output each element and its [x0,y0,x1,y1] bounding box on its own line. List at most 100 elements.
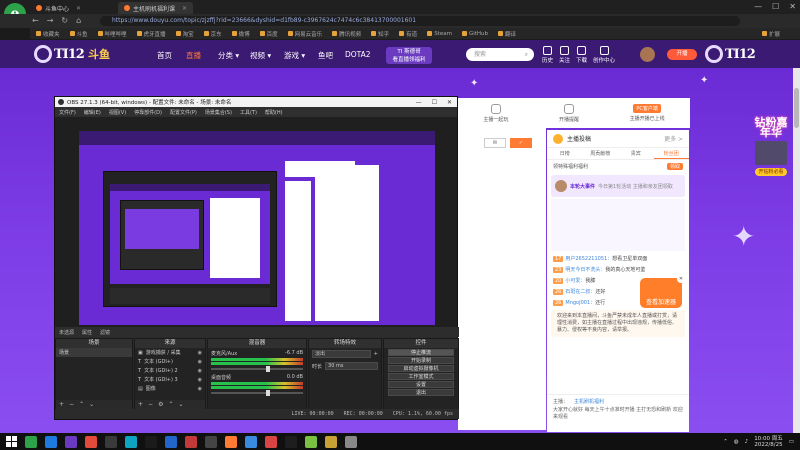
up-icon[interactable]: ⌃ [79,401,84,408]
bookmark-item[interactable]: 虎牙直播 [136,30,166,38]
clock[interactable]: 10:00 周五 2022/8/25 [754,436,783,448]
taskbar-app-icon[interactable] [285,435,297,448]
up-icon[interactable]: ⌃ [168,401,173,408]
bookmark-item[interactable]: 知乎 [371,30,389,38]
promo-card[interactable]: 钻粉嘉年华 开钻粉必看 [752,117,790,188]
bookmark-item[interactable]: Steam [427,31,452,37]
nav-home[interactable]: 首页 [157,50,172,61]
bookmark-item[interactable]: 腾讯视频 [332,30,361,38]
taskbar-app-icon[interactable] [345,435,357,448]
transition-select[interactable]: 淡出 [312,350,371,358]
history-icon[interactable]: 历史 [542,46,553,64]
taskbar-app-icon[interactable] [25,435,37,448]
bookmark-item[interactable]: 百度 [259,30,278,38]
filters-button[interactable]: 滤镜 [100,329,110,336]
follow-button[interactable]: ✓ [510,138,532,148]
taskbar-app-icon[interactable] [205,435,217,448]
add-icon[interactable]: + [138,401,143,408]
exit-button[interactable]: 退出 [388,389,454,396]
tab-close-icon[interactable]: ✕ [182,5,187,12]
follow-icon[interactable]: 关注 [559,46,570,64]
notification-icon[interactable]: ▭ [789,439,794,445]
taskbar-app-icon[interactable] [65,435,77,448]
add-icon[interactable]: + [374,351,378,357]
source-item[interactable]: ▣ 游戏捕获 / 采集 ◉ [135,348,205,357]
taskbar-app-icon[interactable] [325,435,337,448]
nav-yuba[interactable]: 鱼吧 [318,50,333,61]
pc-client-button[interactable]: PC客户端 主播开播已上线 [630,104,665,122]
url-input[interactable]: https://www.douyu.com/topic/zjzffj?rid=2… [100,16,740,26]
nav-category[interactable]: 分类 ▾ [218,50,239,61]
obs-preview-area[interactable] [55,117,457,327]
source-item[interactable]: ▤ 图像 ◉ [135,384,205,393]
start-recording-button[interactable]: 开始录制 [388,357,454,364]
scrollbar-thumb[interactable] [794,88,799,128]
bookmark-item[interactable]: GitHub [461,31,488,37]
menu-scene-collection[interactable]: 场景集合(S) [205,109,232,116]
start-icon[interactable] [6,436,17,447]
tab-daily[interactable]: 日榜 [547,148,583,159]
forward-icon[interactable]: → [47,16,54,25]
remove-icon[interactable]: − [148,401,153,408]
event-banner[interactable]: 本轮大事件 今日第1轮活动 主播和亲友团领取 [551,175,685,197]
chevron-up-icon[interactable]: ⌃ [723,439,728,445]
bookmark-item[interactable]: 收藏夹 [36,30,60,38]
ti-event-badge[interactable]: TI 斯德哥 看直播领福利 [386,47,432,64]
gear-icon[interactable]: ⚙ [158,401,163,408]
bookmark-item[interactable]: 扩展 [761,30,780,38]
nav-video[interactable]: 视频 ▾ [250,50,271,61]
bookmark-item[interactable]: 斗鱼 [69,30,88,38]
scene-item[interactable]: 场景 [56,348,132,357]
nav-dota2[interactable]: DOTA2 [345,50,371,59]
menu-file[interactable]: 文件(F) [59,109,76,116]
share-button[interactable]: ✉ [484,138,506,148]
menu-edit[interactable]: 编辑(E) [84,109,101,116]
taskbar-app-icon[interactable] [85,435,97,448]
tab-douyu-center[interactable]: 斗鱼中心 ✕ [30,2,87,14]
tab-vip[interactable]: 贵宾 [618,148,654,159]
back-icon[interactable]: ← [32,16,39,25]
taskbar-app-icon[interactable] [165,435,177,448]
claim-button[interactable]: 领取 [666,163,683,170]
play-together-button[interactable]: 主播一起玩 [483,103,508,123]
studio-mode-button[interactable]: 工作室模式 [388,373,454,380]
search-input[interactable]: 搜索 ⌕ [466,48,534,61]
minimize-button[interactable]: — [416,99,422,106]
site-logo[interactable]: TI12 [34,44,85,64]
tab-close-icon[interactable]: ✕ [76,5,81,12]
bookmark-item[interactable]: 京东 [203,30,222,38]
source-item[interactable]: T 文本 (GDI+) 3 ◉ [135,375,205,384]
properties-button[interactable]: 属性 [82,329,92,336]
start-live-button[interactable]: 开播 [667,49,697,60]
taskbar-app-icon[interactable] [305,435,317,448]
menu-view[interactable]: 视图(V) [109,109,126,116]
tab-active[interactable]: 主机刷机福利课 ✕ [118,2,194,14]
download-icon[interactable]: 下载 [576,46,587,64]
nav-live[interactable]: 直播 [186,50,201,61]
bookmark-item[interactable]: 网易云音乐 [287,30,322,38]
taskbar-app-icon[interactable] [125,435,137,448]
maximize-button[interactable]: ☐ [432,99,437,106]
chat-input-area[interactable]: 主播： 主机刷机福利 大家开心就好 每天上午十点准时开播 主打无恐和刷新 欢迎来观… [547,394,689,432]
rocket-close-icon[interactable]: ✕ [677,275,685,283]
taskbar-app-icon[interactable] [225,435,237,448]
taskbar-app-icon[interactable] [105,435,117,448]
down-icon[interactable]: ⌄ [89,401,94,408]
bookmark-item[interactable]: 微博 [231,30,250,38]
nav-game[interactable]: 游戏 ▾ [284,50,305,61]
bookmark-item[interactable]: 翻译 [498,30,516,38]
minimize-button[interactable]: — [754,2,762,11]
close-button[interactable]: ✕ [789,2,796,11]
menu-help[interactable]: 帮助(H) [265,109,283,116]
taskbar-app-icon[interactable] [45,435,57,448]
tab-fans[interactable]: 粉丝团 [653,148,689,159]
menu-docks[interactable]: 停靠部件(D) [134,109,162,116]
user-avatar[interactable] [640,47,655,62]
bookmark-item[interactable]: 哔哩哔哩 [97,30,127,38]
source-item[interactable]: T 文本 (GDI+) 2 ◉ [135,366,205,375]
duration-input[interactable]: 30 ms [325,362,378,370]
volume-slider[interactable] [211,390,303,396]
source-item[interactable]: T 文本 (GDI+) ◉ [135,357,205,366]
taskbar-app-icon[interactable] [145,435,157,448]
more-link[interactable]: 更多 > [664,134,683,143]
